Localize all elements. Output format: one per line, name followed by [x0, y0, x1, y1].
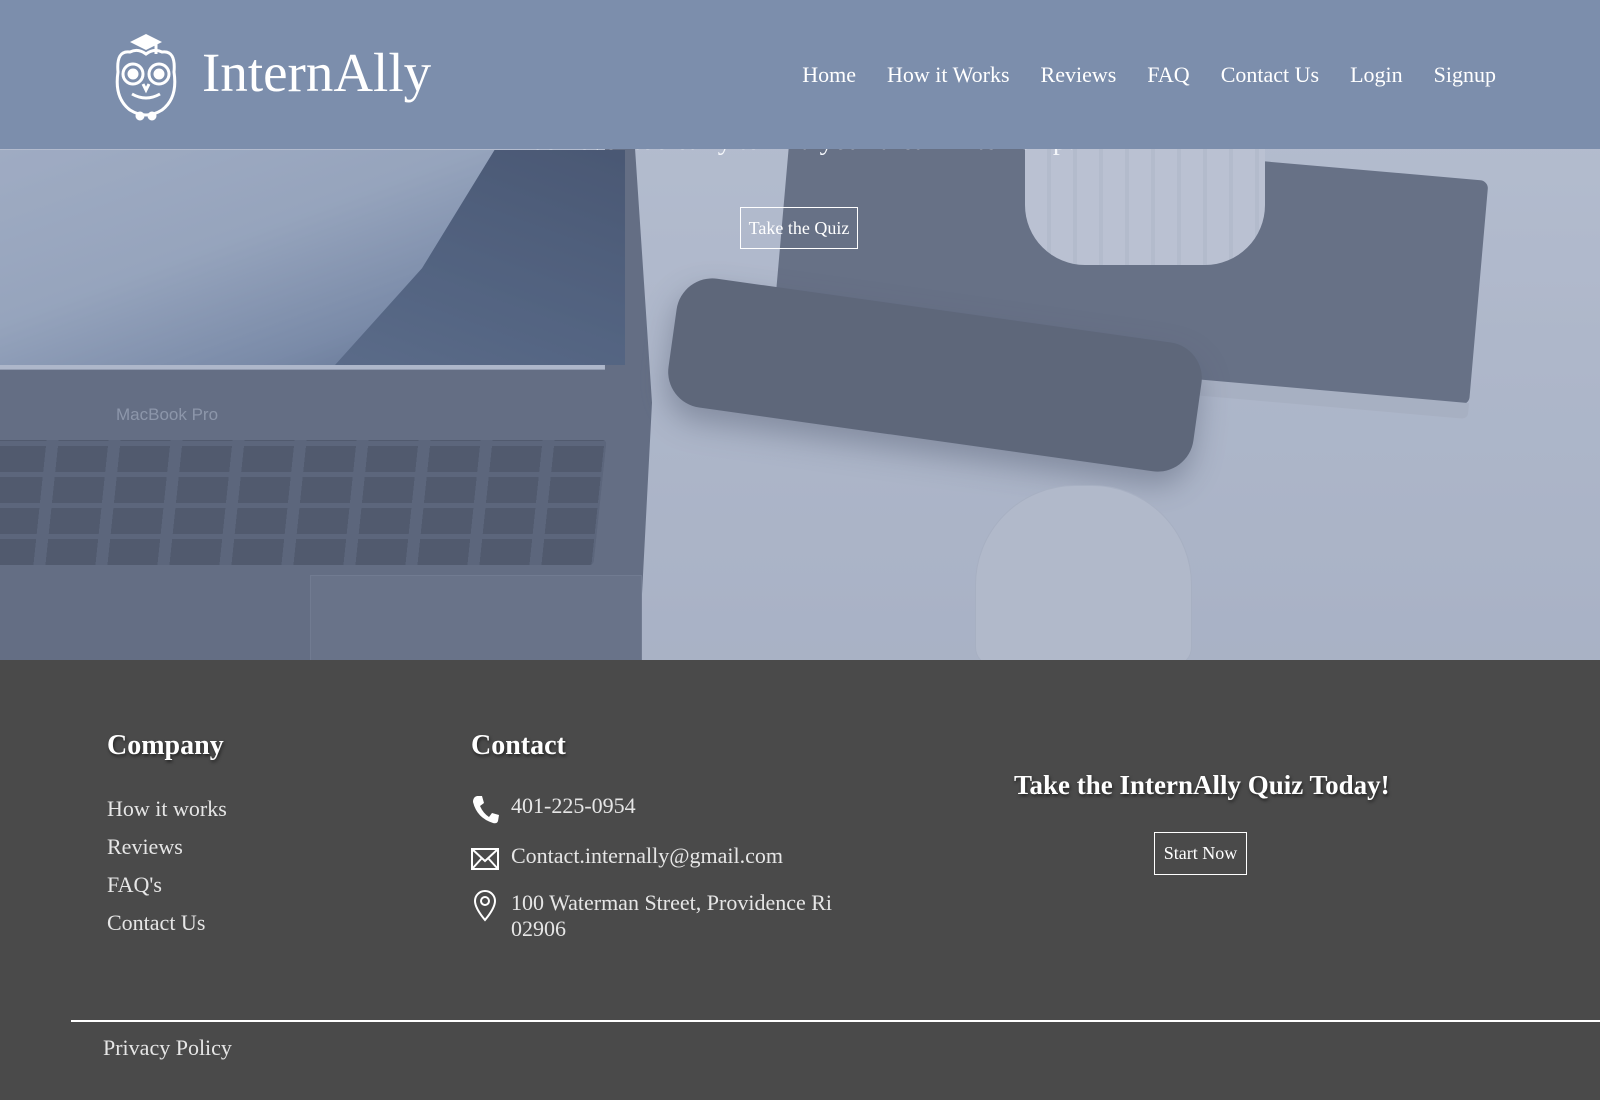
- contact-phone[interactable]: 401-225-0954: [511, 793, 636, 819]
- nav-signup[interactable]: Signup: [1434, 58, 1496, 92]
- footer-link-faqs[interactable]: FAQ's: [107, 866, 227, 904]
- nav-faq[interactable]: FAQ: [1147, 58, 1189, 92]
- nav-reviews[interactable]: Reviews: [1041, 58, 1117, 92]
- footer-link-reviews[interactable]: Reviews: [107, 828, 227, 866]
- main-nav: Home How it Works Reviews FAQ Contact Us…: [802, 58, 1496, 92]
- phone-icon: [473, 796, 499, 824]
- contact-address-row: 100 Waterman Street, Providence Ri 02906: [471, 890, 841, 942]
- nav-contact-us[interactable]: Contact Us: [1221, 58, 1319, 92]
- contact-address: 100 Waterman Street, Providence Ri 02906: [511, 890, 833, 941]
- contact-email[interactable]: Contact.internally@gmail.com: [511, 843, 783, 869]
- nav-login[interactable]: Login: [1350, 58, 1403, 92]
- nav-how-it-works[interactable]: How it Works: [887, 58, 1010, 92]
- footer-link-contact-us[interactable]: Contact Us: [107, 904, 227, 942]
- footer-link-how-it-works[interactable]: How it works: [107, 790, 227, 828]
- nav-home[interactable]: Home: [802, 58, 856, 92]
- footer-divider: [71, 1020, 1600, 1022]
- contact-phone-row: 401-225-0954: [471, 793, 636, 825]
- start-now-button[interactable]: Start Now: [1154, 832, 1247, 875]
- mail-icon: [471, 848, 499, 870]
- site-footer: Company How it works Reviews FAQ's Conta…: [0, 660, 1600, 1100]
- company-heading: Company: [107, 730, 224, 761]
- contact-email-row: Contact.internally@gmail.com: [471, 843, 783, 875]
- owl-graduate-logo-icon[interactable]: [110, 28, 182, 122]
- privacy-policy-link[interactable]: Privacy Policy: [103, 1035, 232, 1061]
- brand-logo-text[interactable]: InternAlly: [202, 40, 431, 106]
- company-links: How it works Reviews FAQ's Contact Us: [107, 790, 227, 942]
- take-quiz-button[interactable]: Take the Quiz: [740, 207, 858, 249]
- contact-heading: Contact: [471, 730, 566, 761]
- location-pin-icon: [473, 890, 497, 922]
- site-header: InternAlly Home How it Works Reviews FAQ…: [0, 0, 1600, 149]
- quiz-cta-heading: Take the InternAlly Quiz Today!: [1014, 770, 1390, 800]
